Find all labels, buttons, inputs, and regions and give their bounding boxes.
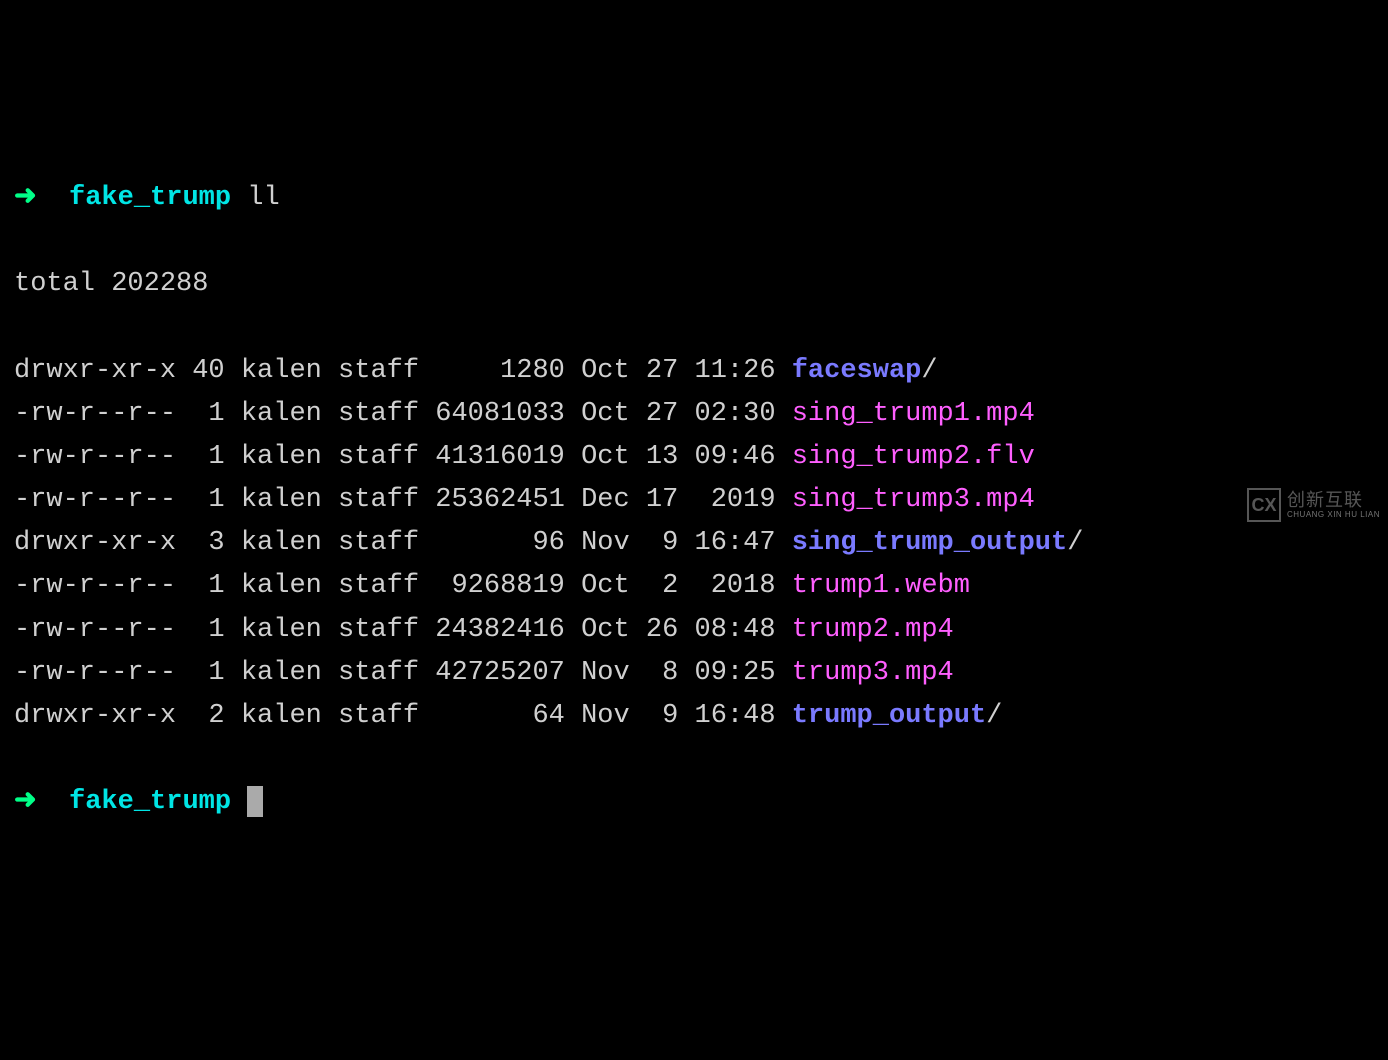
row-metadata: -rw-r--r-- 1 kalen staff 64081033 Oct 27… (14, 399, 792, 429)
total-line: total 202288 (14, 263, 1374, 306)
file-name: sing_trump1.mp4 (792, 399, 1035, 429)
command-text: ll (247, 183, 279, 213)
cwd-label: fake_trump (69, 787, 231, 817)
watermark-logo-icon: CX (1247, 488, 1281, 522)
dir-suffix: / (986, 701, 1002, 731)
row-metadata: -rw-r--r-- 1 kalen staff 41316019 Oct 13… (14, 442, 792, 472)
listing-row: -rw-r--r-- 1 kalen staff 9268819 Oct 2 2… (14, 565, 1374, 608)
file-listing: drwxr-xr-x 40 kalen staff 1280 Oct 27 11… (14, 350, 1374, 739)
listing-row: drwxr-xr-x 3 kalen staff 96 Nov 9 16:47 … (14, 522, 1374, 565)
listing-row: drwxr-xr-x 2 kalen staff 64 Nov 9 16:48 … (14, 695, 1374, 738)
directory-name: faceswap (792, 356, 922, 386)
listing-row: -rw-r--r-- 1 kalen staff 64081033 Oct 27… (14, 393, 1374, 436)
prompt-line-2[interactable]: ➜ fake_trump (14, 781, 1374, 824)
listing-row: -rw-r--r-- 1 kalen staff 41316019 Oct 13… (14, 436, 1374, 479)
row-metadata: -rw-r--r-- 1 kalen staff 42725207 Nov 8 … (14, 658, 792, 688)
row-metadata: drwxr-xr-x 40 kalen staff 1280 Oct 27 11… (14, 356, 792, 386)
row-metadata: -rw-r--r-- 1 kalen staff 24382416 Oct 26… (14, 615, 792, 645)
dir-suffix: / (1067, 528, 1083, 558)
prompt-line-1: ➜ fake_trump ll (14, 177, 1374, 220)
file-name: trump1.webm (792, 571, 970, 601)
directory-name: trump_output (792, 701, 986, 731)
row-metadata: -rw-r--r-- 1 kalen staff 25362451 Dec 17… (14, 485, 792, 515)
watermark: CX 创新互联 CHUANG XIN HU LIAN (1247, 488, 1380, 522)
watermark-text: 创新互联 CHUANG XIN HU LIAN (1287, 491, 1380, 520)
row-metadata: -rw-r--r-- 1 kalen staff 9268819 Oct 2 2… (14, 571, 792, 601)
dir-suffix: / (921, 356, 937, 386)
directory-name: sing_trump_output (792, 528, 1067, 558)
prompt-arrow-icon: ➜ (14, 183, 37, 213)
cwd-label: fake_trump (69, 183, 231, 213)
listing-row: -rw-r--r-- 1 kalen staff 25362451 Dec 17… (14, 479, 1374, 522)
file-name: sing_trump2.flv (792, 442, 1035, 472)
row-metadata: drwxr-xr-x 2 kalen staff 64 Nov 9 16:48 (14, 701, 792, 731)
listing-row: -rw-r--r-- 1 kalen staff 24382416 Oct 26… (14, 609, 1374, 652)
prompt-arrow-icon: ➜ (14, 787, 37, 817)
listing-row: -rw-r--r-- 1 kalen staff 42725207 Nov 8 … (14, 652, 1374, 695)
row-metadata: drwxr-xr-x 3 kalen staff 96 Nov 9 16:47 (14, 528, 792, 558)
cursor-icon (247, 786, 263, 817)
file-name: trump2.mp4 (792, 615, 954, 645)
file-name: trump3.mp4 (792, 658, 954, 688)
watermark-cn: 创新互联 (1287, 491, 1363, 511)
listing-row: drwxr-xr-x 40 kalen staff 1280 Oct 27 11… (14, 350, 1374, 393)
file-name: sing_trump3.mp4 (792, 485, 1035, 515)
watermark-en: CHUANG XIN HU LIAN (1287, 511, 1380, 520)
